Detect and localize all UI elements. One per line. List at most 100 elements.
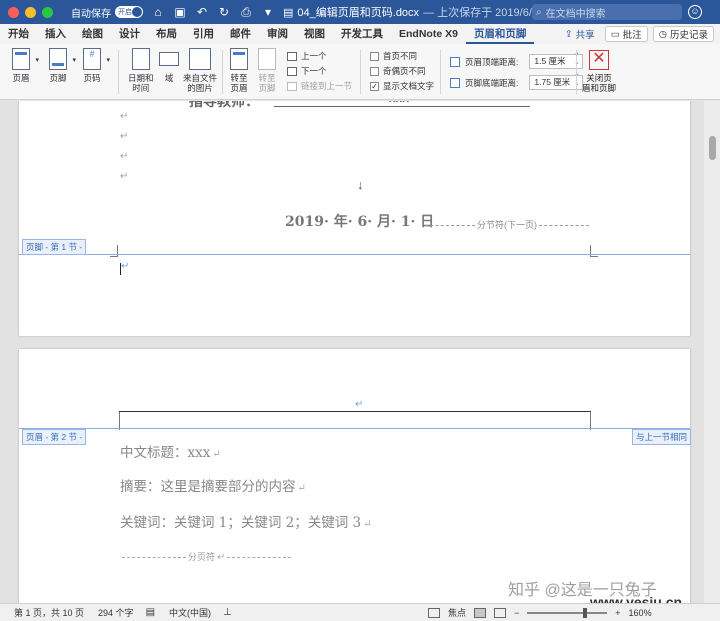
vertical-scrollbar[interactable] xyxy=(704,101,720,603)
autosave-label: 自动保存 xyxy=(71,8,111,20)
document-title: ▤ 04_编辑页眉和页码.docx — 上次保存于 2019/6/5 20:58 xyxy=(283,4,569,20)
comments-button[interactable]: ▭ 批注 xyxy=(604,26,648,42)
autosave: 自动保存 开启 xyxy=(71,5,143,20)
search-icon: ⌕ xyxy=(536,6,542,18)
header-button[interactable]: 页眉 ▾ xyxy=(12,48,39,83)
word-count[interactable]: 294 个字 xyxy=(98,606,134,619)
track-changes-icon[interactable]: ⊥ xyxy=(223,607,232,618)
checkmark-icon: ✓ xyxy=(370,81,379,91)
show-document-text-checkbox[interactable]: ✓ 显示文档文字 xyxy=(370,80,434,92)
tab-home[interactable]: 开始 xyxy=(0,24,37,44)
share-icon: ⇪ xyxy=(564,28,573,40)
chevron-down-icon: ▾ xyxy=(106,57,110,64)
header-distance-icon xyxy=(450,56,460,67)
tab-layout[interactable]: 布局 xyxy=(148,24,185,44)
close-window-button[interactable] xyxy=(8,6,19,18)
page-number-button[interactable]: # 页码 ▾ xyxy=(83,48,110,83)
focus-label[interactable]: 焦点 xyxy=(448,606,466,619)
tab-draw[interactable]: 绘图 xyxy=(74,24,111,44)
doc-file-icon: ▤ xyxy=(283,6,294,19)
tab-review[interactable]: 审阅 xyxy=(259,24,296,44)
window-controls xyxy=(8,6,53,18)
feedback-smiley-icon[interactable]: ☺ xyxy=(688,5,702,19)
footer-button[interactable]: 页脚 ▾ xyxy=(49,48,76,83)
keywords-text: 关键词：关键词 1；关键词 2；关键词 3 ↵ xyxy=(120,515,372,531)
page-break: 分页符 ↵ xyxy=(120,550,293,563)
paragraph-mark: ↵ xyxy=(120,171,129,182)
chinese-title: 中文标题：xxx ↵ xyxy=(120,445,221,461)
ribbon-header-footer: 页眉 ▾ 页脚 ▾ # 页码 ▾ 日期和 时间 域 来自文件 的图片 转至 页眉… xyxy=(0,44,720,100)
close-header-footer-button[interactable]: ✕ 关闭页 眉和页脚 xyxy=(582,50,616,93)
tab-header-footer[interactable]: 页眉和页脚 xyxy=(465,24,535,44)
same-as-previous-label[interactable]: 与上一节相同 xyxy=(632,429,692,445)
page-count[interactable]: 第 1 页，共 10 页 xyxy=(14,606,84,619)
comment-icon: ▭ xyxy=(610,28,620,40)
view-controls: 焦点 − + 160% xyxy=(428,606,652,619)
home-icon[interactable]: ⌂ xyxy=(151,5,165,19)
tab-references[interactable]: 引用 xyxy=(185,24,222,44)
tab-mailings[interactable]: 邮件 xyxy=(222,24,259,44)
tab-design[interactable]: 设计 xyxy=(111,24,148,44)
different-first-page-checkbox[interactable]: 首页不同 xyxy=(370,50,417,62)
autosave-toggle[interactable]: 开启 xyxy=(115,6,143,18)
history-button[interactable]: ◷ 历史记录 xyxy=(652,26,714,42)
goto-header-button[interactable]: 转至 页眉 xyxy=(230,48,248,93)
previous-icon xyxy=(287,51,297,61)
document-area: 指导教师： xxx ↵ ↵ ↵ ↵ ↓ 2019· 年· 6· 月· 1· 日 … xyxy=(0,101,720,603)
tab-endnote[interactable]: EndNote X9 xyxy=(391,24,466,44)
proofing-icon[interactable]: ▤ xyxy=(146,607,155,618)
page-1: 指导教师： xxx ↵ ↵ ↵ ↵ ↓ 2019· 年· 6· 月· 1· 日 … xyxy=(19,101,690,336)
print-layout-icon[interactable] xyxy=(474,607,487,618)
goto-footer-icon xyxy=(258,48,276,70)
minimize-window-button[interactable] xyxy=(25,6,36,18)
zoom-in-icon[interactable]: + xyxy=(615,608,620,618)
calendar-icon xyxy=(131,48,150,70)
language[interactable]: 中文(中国) xyxy=(169,606,211,619)
focus-icon[interactable] xyxy=(428,607,440,618)
close-icon: ✕ xyxy=(589,50,609,70)
print-icon[interactable]: ⎙ xyxy=(239,5,253,20)
tab-view[interactable]: 视图 xyxy=(296,24,333,44)
picture-from-file-button[interactable]: 来自文件 的图片 xyxy=(183,48,217,93)
zoom-out-icon[interactable]: − xyxy=(514,608,519,618)
section-break: 分节符(下一页) xyxy=(423,218,591,231)
footer-icon xyxy=(49,48,67,70)
margin-corner xyxy=(110,245,118,257)
tab-insert[interactable]: 插入 xyxy=(37,24,74,44)
page-2: ↵ 中文标题：xxx ↵ 摘要：这里是摘要部分的内容 ↵ 关键词：关键词 1；关键词… xyxy=(19,349,690,603)
zoom-slider[interactable] xyxy=(527,607,608,618)
header-icon xyxy=(12,48,30,70)
chevron-down-icon: ▾ xyxy=(35,57,39,64)
margin-corner xyxy=(590,245,598,257)
next-section-button[interactable]: 下一个 xyxy=(287,65,327,77)
web-layout-icon[interactable] xyxy=(494,607,507,618)
field-button[interactable]: 域 xyxy=(159,48,179,83)
search-input[interactable]: ⌕ 在文档中搜索 xyxy=(532,4,682,20)
share-buttons: ⇪ 共享 ▭ 批注 ◷ 历史记录 xyxy=(560,26,714,42)
footer-distance-icon xyxy=(450,77,460,88)
save-icon[interactable]: ▣ xyxy=(173,5,187,19)
zoom-level[interactable]: 160% xyxy=(629,608,652,618)
different-odd-even-checkbox[interactable]: 奇偶页不同 xyxy=(370,65,426,77)
history-icon: ◷ xyxy=(658,28,667,40)
undo-icon[interactable]: ↶ xyxy=(195,5,209,19)
abstract-text: 摘要：这里是摘要部分的内容 ↵ xyxy=(120,479,306,495)
zoom-window-button[interactable] xyxy=(42,6,53,18)
header-boundary xyxy=(19,428,690,429)
footer-section-label[interactable]: 页脚 - 第 1 节 - xyxy=(22,239,87,255)
picture-icon xyxy=(189,48,211,70)
paragraph-mark: ↵ xyxy=(120,111,129,122)
previous-section-button[interactable]: 上一个 xyxy=(287,50,327,62)
advisor-label: 指导教师： xyxy=(189,101,259,110)
customize-toolbar-icon[interactable]: ▾ xyxy=(261,5,275,19)
scrollbar-thumb[interactable] xyxy=(709,136,716,160)
tab-developer[interactable]: 开发工具 xyxy=(333,24,391,44)
redo-icon[interactable]: ↻ xyxy=(217,5,231,19)
date-time-button[interactable]: 日期和 时间 xyxy=(128,48,154,93)
separator xyxy=(222,50,223,94)
share-button[interactable]: ⇪ 共享 xyxy=(560,26,600,42)
header-section-label[interactable]: 页眉 - 第 2 节 - xyxy=(22,429,87,445)
separator xyxy=(440,50,441,94)
title-bar: 自动保存 开启 ⌂ ▣ ↶ ↻ ⎙ ▾ ▤ 04_编辑页眉和页码.docx — … xyxy=(0,0,720,24)
next-icon xyxy=(287,66,297,76)
